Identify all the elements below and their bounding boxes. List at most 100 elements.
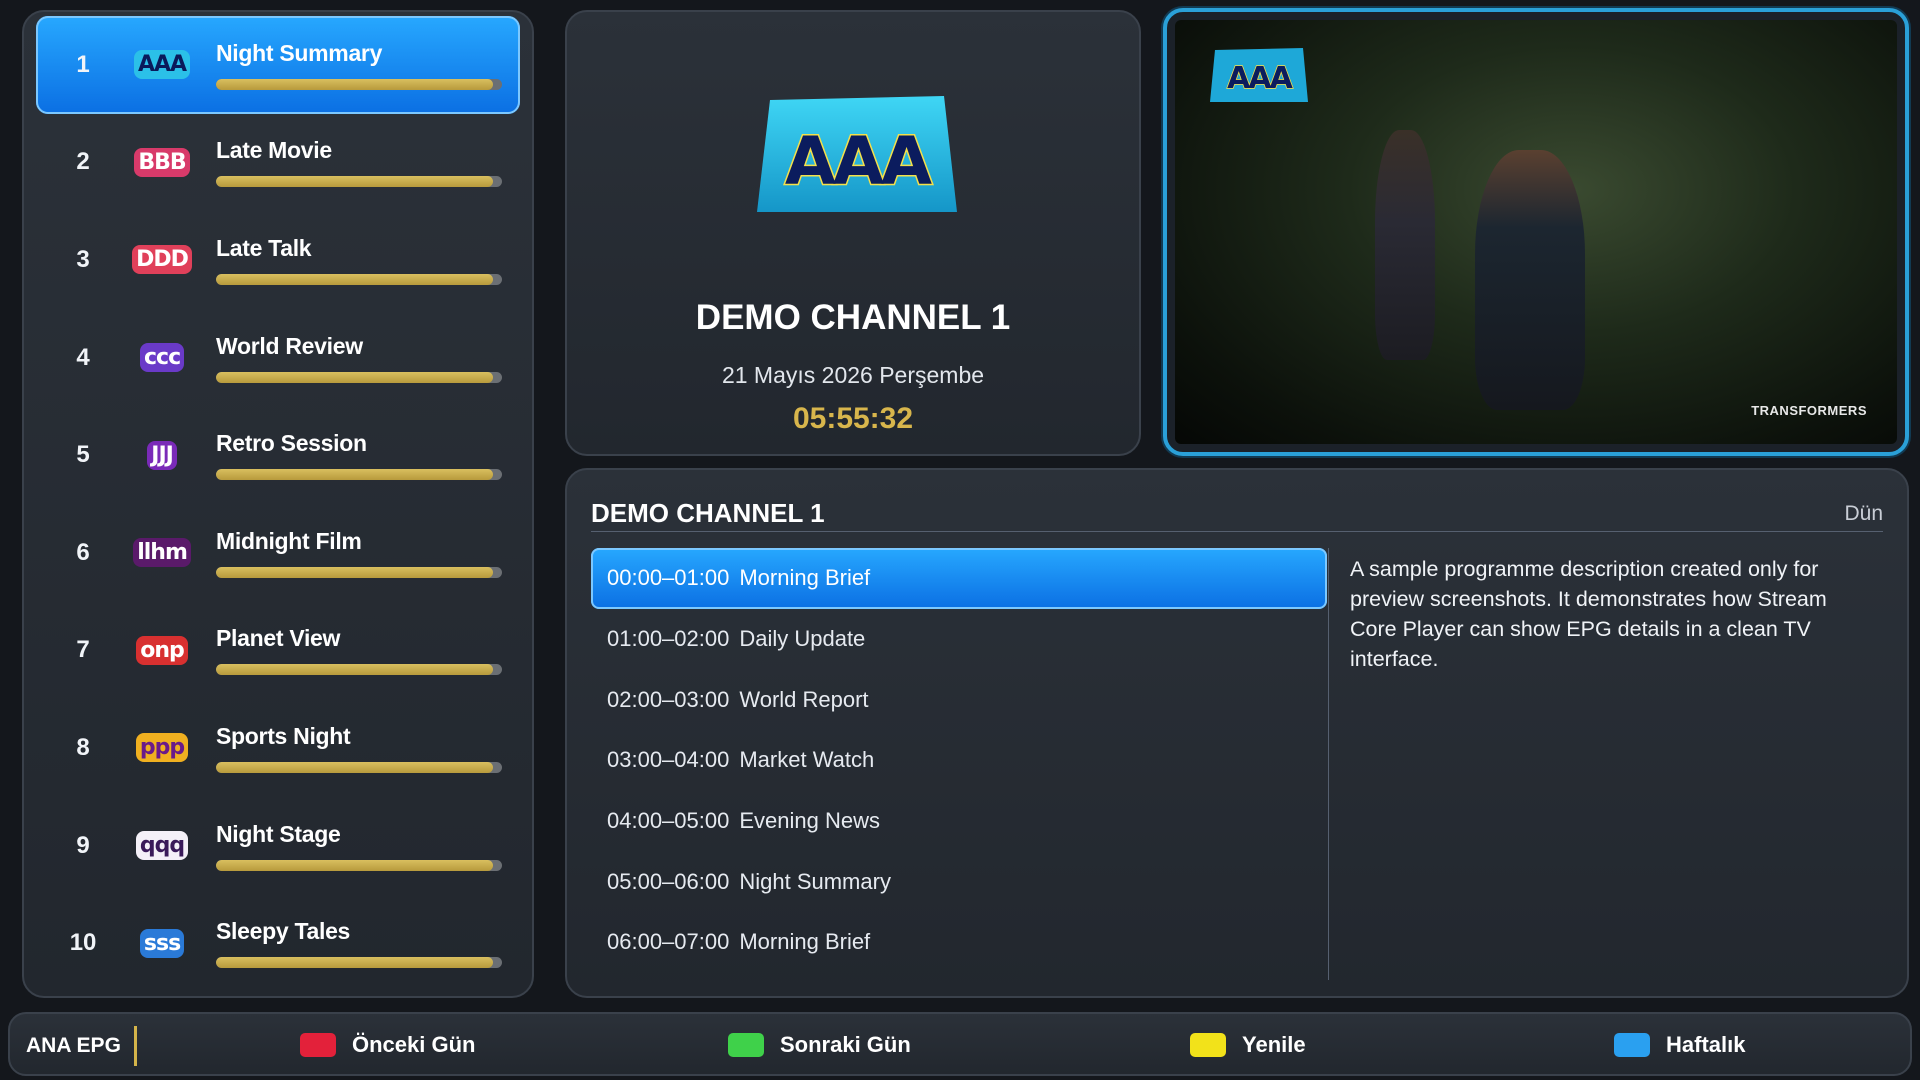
program-progress-fill xyxy=(216,273,494,285)
epg-program-title: Night Summary xyxy=(739,868,891,894)
channel-row[interactable]: 4 ccc World Review xyxy=(36,309,520,407)
epg-program-row[interactable]: 02:00–03:00 World Report xyxy=(591,669,1327,730)
channel-logo-icon: qqq xyxy=(132,820,192,872)
channel-info: Late Talk xyxy=(216,235,520,285)
channel-logo-text: ppp xyxy=(135,733,189,763)
channel-info: Sleepy Tales xyxy=(216,918,520,969)
channel-logo-text: llhm xyxy=(133,538,191,568)
channel-row[interactable]: 5 JJJ Retro Session xyxy=(36,406,520,504)
blue-key-icon xyxy=(1614,1033,1650,1057)
epg-program-title: Morning Brief xyxy=(739,565,871,591)
channel-row[interactable]: 9 qqq Night Stage xyxy=(36,797,520,895)
epg-program-time: 04:00–05:00 xyxy=(607,808,730,834)
channel-logo-text: BBB xyxy=(134,147,190,177)
channel-row[interactable]: 7 onp Planet View xyxy=(36,602,520,700)
video-preview[interactable]: AAA TRANSFORMERS xyxy=(1163,8,1909,456)
bottom-key-bar: ANA EPG Önceki Gün Sonraki Gün Yenile Ha… xyxy=(8,1012,1912,1076)
epg-program-time: 03:00–04:00 xyxy=(607,747,730,773)
channel-info: Retro Session xyxy=(216,430,520,481)
video-channel-logo-text: AAA xyxy=(1227,61,1293,96)
channel-program-name: Sleepy Tales xyxy=(216,918,351,945)
channel-number: 7 xyxy=(76,636,90,664)
epg-divider xyxy=(1328,548,1329,980)
channel-logo-icon: sss xyxy=(132,917,192,969)
channel-program-name: Retro Session xyxy=(216,430,367,457)
program-progress-bar xyxy=(216,371,502,383)
channel-logo-icon: onp xyxy=(132,624,192,676)
channel-info: Night Stage xyxy=(216,821,520,871)
program-progress-bar xyxy=(216,469,502,481)
program-progress-fill xyxy=(216,664,494,676)
channel-info: Night Summary xyxy=(216,40,520,90)
next-day-label: Sonraki Gün xyxy=(780,1032,911,1057)
video-frame[interactable]: AAA TRANSFORMERS xyxy=(1175,20,1897,444)
epg-header: DEMO CHANNEL 1 Dün xyxy=(591,498,1883,532)
previous-day-button[interactable]: Önceki Gün xyxy=(300,1032,475,1058)
channel-program-name: World Review xyxy=(216,332,363,359)
current-date: 21 Mayıs 2026 Perşembe xyxy=(721,362,985,388)
channel-row[interactable]: 2 BBB Late Movie xyxy=(36,114,520,212)
program-progress-bar xyxy=(216,273,502,285)
refresh-button[interactable]: Yenile xyxy=(1190,1032,1306,1058)
refresh-label: Yenile xyxy=(1242,1032,1306,1057)
channel-logo-icon: ppp xyxy=(132,722,192,774)
epg-program-row[interactable]: 04:00–05:00 Evening News xyxy=(591,791,1327,852)
channel-program-name: Night Stage xyxy=(216,820,341,847)
program-progress-bar xyxy=(216,664,502,676)
program-progress-bar xyxy=(216,761,502,773)
program-progress-bar xyxy=(216,957,502,969)
weekly-button[interactable]: Haftalık xyxy=(1614,1032,1745,1058)
epg-program-row[interactable]: 00:00–01:00 Morning Brief xyxy=(591,548,1327,609)
epg-program-row[interactable]: 03:00–04:00 Market Watch xyxy=(591,730,1327,791)
channel-info: Midnight Film xyxy=(216,528,520,578)
channel-row[interactable]: 8 ppp Sports Night xyxy=(36,699,520,797)
channel-number: 4 xyxy=(76,343,90,371)
epg-day-label: Dün xyxy=(1844,502,1883,525)
channel-number: 3 xyxy=(76,245,90,273)
epg-program-title: World Report xyxy=(739,686,869,712)
channel-list-panel: 1 AAA Night Summary 2 BBB Late Movie 3 DDD Late … xyxy=(22,10,534,998)
channel-logo-text: JJJ xyxy=(147,440,177,470)
epg-program-time: 02:00–03:00 xyxy=(607,686,730,712)
video-channel-logo-icon: AAA xyxy=(1210,48,1308,102)
epg-program-time: 05:00–06:00 xyxy=(607,868,730,894)
channel-info: World Review xyxy=(216,333,520,383)
current-clock: 05:55:32 xyxy=(792,402,914,435)
weekly-label: Haftalık xyxy=(1666,1032,1746,1057)
channel-row[interactable]: 10 sss Sleepy Tales xyxy=(36,894,520,992)
channel-number: 6 xyxy=(76,538,90,566)
next-day-button[interactable]: Sonraki Gün xyxy=(728,1032,911,1058)
epg-program-row[interactable]: 01:00–02:00 Daily Update xyxy=(591,609,1327,670)
channel-logo-text: DDD xyxy=(132,245,192,275)
program-progress-fill xyxy=(216,78,494,90)
channel-row[interactable]: 6 llhm Midnight Film xyxy=(36,504,520,602)
epg-program-title: Evening News xyxy=(739,808,880,834)
epg-program-title: Morning Brief xyxy=(739,929,871,955)
channel-logo-icon: AAA xyxy=(757,96,957,212)
channel-logo-icon: BBB xyxy=(132,136,192,188)
epg-program-row[interactable]: 06:00–07:00 Morning Brief xyxy=(591,912,1327,973)
program-progress-fill xyxy=(216,957,494,969)
channel-program-name: Night Summary xyxy=(216,39,383,66)
bottom-bar-title: ANA EPG xyxy=(26,1034,121,1057)
channel-logo-icon: AAA xyxy=(132,39,192,91)
program-progress-fill xyxy=(216,371,494,383)
channel-row[interactable]: 3 DDD Late Talk xyxy=(36,211,520,309)
channel-program-name: Midnight Film xyxy=(216,527,362,554)
program-progress-fill xyxy=(216,176,494,188)
channel-number: 5 xyxy=(76,441,90,469)
channel-logo-text: qqq xyxy=(135,831,189,861)
green-key-icon xyxy=(728,1033,764,1057)
program-progress-fill xyxy=(216,469,494,481)
channel-info: Sports Night xyxy=(216,723,520,773)
epg-program-time: 00:00–01:00 xyxy=(607,565,730,591)
epg-program-title: Market Watch xyxy=(739,747,875,773)
channel-list: 1 AAA Night Summary 2 BBB Late Movie 3 DDD Late … xyxy=(36,16,520,992)
channel-title: DEMO CHANNEL 1 xyxy=(695,298,1011,337)
channel-row[interactable]: 1 AAA Night Summary xyxy=(36,16,520,114)
channel-number: 8 xyxy=(76,733,90,761)
channel-number: 2 xyxy=(76,148,90,176)
epg-program-row[interactable]: 05:00–06:00 Night Summary xyxy=(591,851,1327,912)
channel-program-name: Sports Night xyxy=(216,722,351,749)
program-progress-fill xyxy=(216,761,494,773)
